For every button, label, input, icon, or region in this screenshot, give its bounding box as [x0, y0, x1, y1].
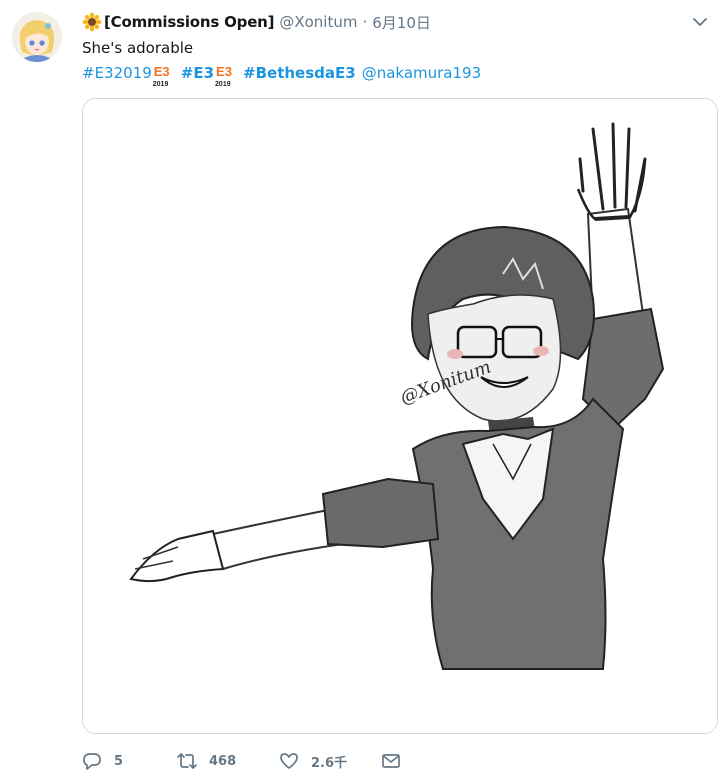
hashtag-e3[interactable]: #E3: [181, 62, 214, 84]
dm-icon: [382, 754, 400, 768]
action-bar: 5 468 2.6千: [82, 749, 401, 773]
reply-button[interactable]: 5: [82, 749, 177, 773]
hashtag-e32019[interactable]: #E32019: [82, 62, 152, 84]
e3-badge-icon: E3 2019: [215, 64, 232, 88]
retweet-button[interactable]: 468: [177, 749, 279, 773]
sketch-illustration: @Xonitum: [83, 99, 717, 733]
sunflower-icon: [82, 12, 102, 32]
tweet-header: [Commissions Open] @Xonitum · 6月10日: [82, 11, 431, 33]
reply-icon: [83, 753, 101, 770]
hashtag-bethesdae3[interactable]: #BethesdaE3: [243, 62, 356, 84]
user-handle[interactable]: @Xonitum: [279, 13, 357, 31]
mention-link[interactable]: @nakamura193: [362, 62, 481, 84]
chevron-down-icon[interactable]: [692, 14, 708, 30]
direct-message-button[interactable]: [381, 749, 401, 773]
avatar-illustration: [12, 12, 62, 62]
retweet-icon: [177, 753, 197, 769]
like-button[interactable]: 2.6千: [279, 749, 381, 773]
tweet-text: She's adorable: [82, 39, 194, 57]
separator-dot: ·: [362, 13, 368, 31]
avatar[interactable]: [12, 12, 62, 62]
tweet-date[interactable]: 6月10日: [372, 12, 431, 33]
like-count: 2.6千: [311, 755, 348, 771]
display-name[interactable]: [Commissions Open]: [104, 13, 275, 31]
e3-badge-icon: E3 2019: [152, 64, 170, 88]
reply-count: 5: [114, 753, 124, 769]
hashtag-line: #E32019 E3 2019 #E3 E3 2019 #BethesdaE3 @n…: [82, 62, 481, 88]
retweet-count: 468: [209, 753, 237, 769]
like-icon: [280, 753, 298, 769]
tweet-image[interactable]: @Xonitum: [82, 98, 718, 734]
